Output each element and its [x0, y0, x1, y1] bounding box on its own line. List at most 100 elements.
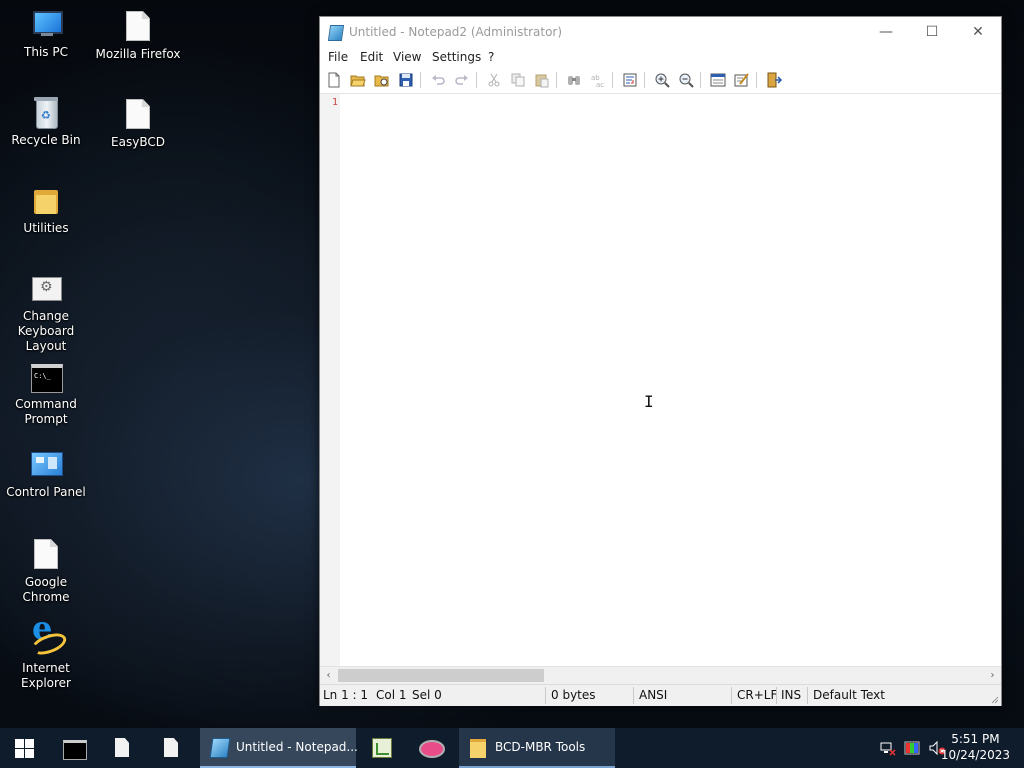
taskbar-app-document[interactable]: [150, 728, 194, 768]
status-divider: [731, 687, 732, 704]
scroll-left-button[interactable]: ‹: [320, 667, 337, 684]
clock-date: 10/24/2023: [940, 748, 1010, 762]
menu-settings[interactable]: Settings: [432, 50, 481, 64]
close-button[interactable]: ✕: [955, 17, 1001, 47]
notepad-icon: [209, 738, 231, 758]
menu-view[interactable]: View: [393, 50, 421, 64]
taskbar-app-bcd-mbr-tools[interactable]: BCD-MBR Tools: [459, 728, 615, 768]
terminal-icon: [63, 740, 87, 760]
minimize-button[interactable]: —: [863, 17, 909, 47]
toolbar: ab ac: [320, 67, 1001, 94]
find-icon[interactable]: [566, 72, 582, 88]
maximize-button[interactable]: ☐: [909, 17, 955, 47]
taskbar-app-command-prompt[interactable]: [52, 728, 96, 768]
control-panel-icon: [30, 449, 63, 481]
desktop-icon-control-panel[interactable]: Control Panel: [0, 449, 92, 500]
scroll-right-button[interactable]: ›: [984, 667, 1001, 684]
zoom-in-icon[interactable]: [654, 72, 670, 88]
paste-icon[interactable]: [534, 72, 550, 88]
status-line-endings[interactable]: CR+LF: [737, 688, 777, 702]
undo-icon[interactable]: [430, 72, 446, 88]
desktop-icon-label: Utilities: [23, 221, 69, 235]
toolbar-separator: [612, 72, 613, 88]
status-encoding[interactable]: ANSI: [639, 688, 667, 702]
toolbar-separator: [644, 72, 645, 88]
desktop-icon-utilities[interactable]: Utilities: [0, 185, 92, 236]
desktop-icon-command-prompt[interactable]: Command Prompt: [0, 361, 92, 427]
text-editor[interactable]: I: [340, 94, 1001, 666]
status-position: Ln 1 : 1: [323, 688, 369, 702]
taskbar-app-notepad2[interactable]: Untitled - Notepad...: [200, 728, 358, 768]
desktop-icon-recycle-bin[interactable]: Recycle Bin: [0, 97, 92, 148]
terminal-icon: [30, 361, 63, 393]
new-file-icon[interactable]: [326, 72, 342, 88]
browse-icon[interactable]: [374, 72, 390, 88]
desktop-icon-label: This PC: [24, 45, 68, 59]
desktop-icon-mozilla-firefox[interactable]: Mozilla Firefox: [92, 9, 184, 62]
title-bar[interactable]: Untitled - Notepad2 (Administrator) — ☐ …: [320, 17, 1001, 47]
status-scheme[interactable]: Default Text: [813, 688, 885, 702]
horizontal-scrollbar[interactable]: ‹ ›: [320, 666, 1001, 684]
desktop-icon-label: Recycle Bin: [11, 133, 81, 147]
computer-icon: [30, 9, 63, 41]
menu-file[interactable]: File: [328, 50, 348, 64]
taskbar-app-chart[interactable]: [360, 728, 404, 768]
folder-icon: [470, 739, 486, 758]
menu-edit[interactable]: Edit: [360, 50, 383, 64]
color-icon[interactable]: [904, 740, 920, 756]
desktop-icon-internet-explorer[interactable]: e Internet Explorer: [0, 612, 92, 691]
document-icon: [122, 99, 154, 131]
redo-icon[interactable]: [454, 72, 470, 88]
desktop-icon-label: Control Panel: [6, 485, 86, 499]
desktop-icon-label: Command Prompt: [15, 397, 77, 426]
status-column: Col 1: [376, 688, 407, 702]
customize-icon[interactable]: [734, 72, 750, 88]
desktop-icon-label: Mozilla Firefox: [95, 47, 181, 61]
document-icon: [164, 738, 178, 757]
paint-icon: [419, 740, 445, 758]
chart-icon: [372, 738, 392, 758]
toolbar-separator: [756, 72, 757, 88]
taskbar: Untitled - Notepad... BCD-MBR Tools 5:51…: [0, 728, 1024, 768]
zoom-out-icon[interactable]: [678, 72, 694, 88]
status-bar: Ln 1 : 1 Col 1 Sel 0 0 bytes ANSI CR+LF …: [320, 684, 1001, 706]
taskbar-app-document[interactable]: [101, 728, 145, 768]
word-wrap-icon[interactable]: [622, 72, 638, 88]
cut-icon[interactable]: [486, 72, 502, 88]
notepad-icon: [327, 25, 345, 41]
status-divider: [545, 687, 546, 704]
line-number-gutter: 1: [320, 94, 340, 666]
taskbar-app-label: Untitled - Notepad...: [236, 740, 358, 754]
status-divider: [633, 687, 634, 704]
document-icon: [115, 738, 129, 757]
recycle-bin-icon: [30, 97, 62, 129]
resize-grip-icon[interactable]: [989, 694, 999, 704]
exit-icon[interactable]: [766, 72, 782, 88]
save-icon[interactable]: [398, 72, 414, 88]
menu-bar: File Edit View Settings ?: [320, 47, 1001, 67]
window-title: Untitled - Notepad2 (Administrator): [349, 25, 563, 39]
copy-icon[interactable]: [510, 72, 526, 88]
network-icon[interactable]: [880, 740, 896, 756]
status-selection: Sel 0: [412, 688, 442, 702]
internet-explorer-icon: e: [29, 612, 69, 659]
desktop-icon-change-keyboard-layout[interactable]: Change Keyboard Layout: [0, 273, 92, 354]
desktop-icon-this-pc[interactable]: This PC: [0, 9, 92, 60]
taskbar-app-paint[interactable]: [409, 728, 453, 768]
start-button[interactable]: [0, 728, 48, 768]
menu-help[interactable]: ?: [488, 50, 494, 64]
desktop-icon-google-chrome[interactable]: Google Chrome: [0, 537, 92, 605]
clock-time: 5:51 PM: [951, 732, 1000, 746]
desktop-icon-easybcd[interactable]: EasyBCD: [92, 97, 184, 150]
open-file-icon[interactable]: [350, 72, 366, 88]
desktop-icon-label: Change Keyboard Layout: [17, 309, 75, 353]
toolbar-separator: [556, 72, 557, 88]
status-divider: [776, 687, 777, 704]
clock[interactable]: 5:51 PM 10/24/2023: [941, 731, 1010, 763]
status-size: 0 bytes: [551, 688, 596, 702]
replace-icon[interactable]: abac: [590, 72, 606, 88]
notepad-window: Untitled - Notepad2 (Administrator) — ☐ …: [319, 16, 1002, 706]
scrollbar-thumb[interactable]: [338, 669, 544, 682]
scheme-icon[interactable]: [710, 72, 726, 88]
status-insert-mode[interactable]: INS: [781, 688, 801, 702]
